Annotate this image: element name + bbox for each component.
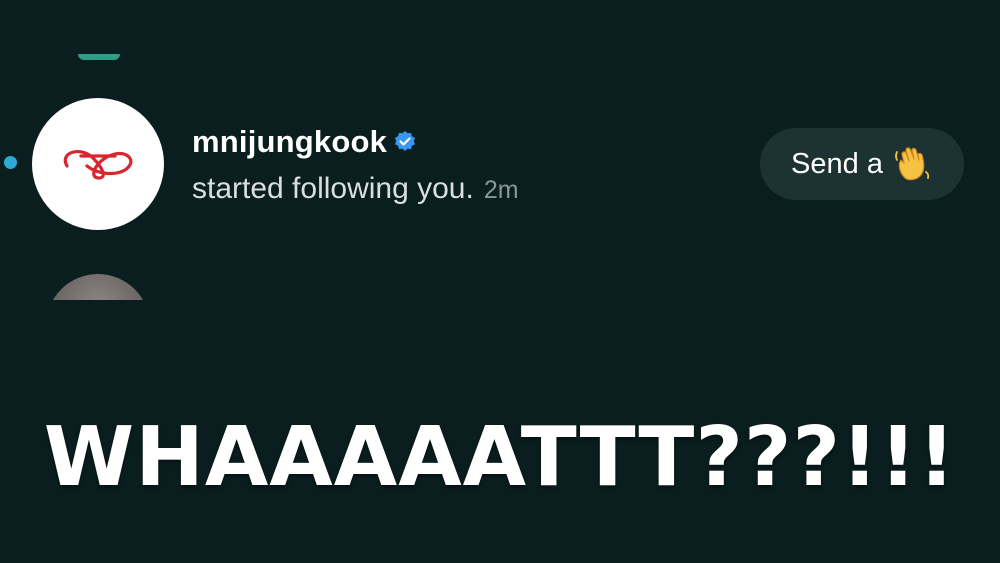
send-wave-button[interactable]: Send a xyxy=(760,128,964,200)
unread-indicator-dot xyxy=(4,156,17,169)
avatar[interactable] xyxy=(32,98,164,230)
timestamp: 2m xyxy=(483,176,519,204)
previous-avatar-edge xyxy=(78,54,120,60)
brand-logo-icon xyxy=(63,149,133,180)
next-avatar-edge xyxy=(46,274,150,300)
send-button-label: Send a xyxy=(791,147,883,180)
activity-text: started following you. xyxy=(192,172,474,205)
waving-hand-icon xyxy=(893,144,933,184)
activity-row: started following you. 2m xyxy=(192,172,519,206)
verified-badge-icon xyxy=(393,130,417,154)
username-row: mnijungkook xyxy=(192,124,417,160)
overlay-caption: WHAAAAATTT???!!! xyxy=(43,410,957,505)
username-link[interactable]: mnijungkook xyxy=(192,124,387,160)
video-frame: mnijungkook started following you. 2m Se… xyxy=(0,0,1000,563)
